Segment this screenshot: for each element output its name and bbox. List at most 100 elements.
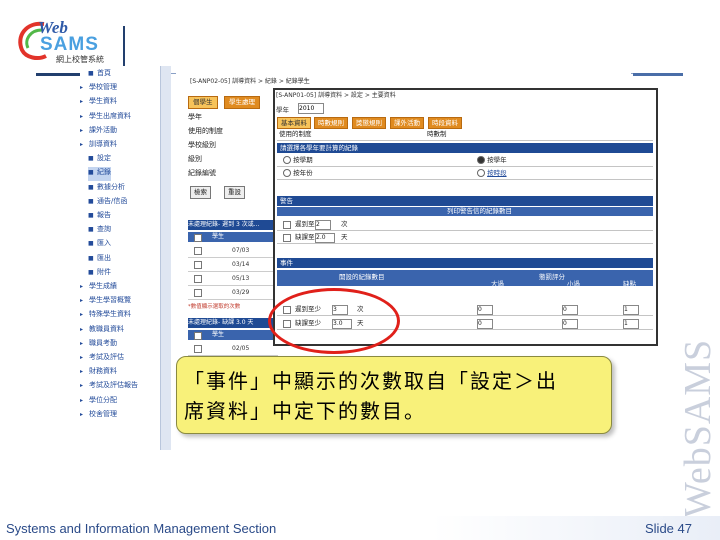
sidebar-scrollbar[interactable] <box>160 66 171 450</box>
row-checkbox[interactable] <box>194 345 202 353</box>
tab-merit-rules[interactable]: 獎懲規則 <box>352 117 386 129</box>
sidebar-item-label: 紀錄 <box>97 168 111 177</box>
sidebar-item[interactable]: ▸ 學校管理 <box>80 82 117 96</box>
radio-by-calendar[interactable]: 按年份 <box>283 167 313 179</box>
table-column-header: 學生 <box>188 232 278 242</box>
tab-student-processing[interactable]: 學生處理 <box>224 96 260 109</box>
sidebar-item[interactable]: ▸ 教職員資料 <box>80 324 124 338</box>
sidebar-item-label: 教職員資料 <box>89 324 124 333</box>
row-value: 02/05 <box>232 345 250 352</box>
header-rule-bold-right <box>633 73 683 76</box>
radio-by-period[interactable]: 按時段 <box>477 167 507 179</box>
callout-line-2: 席資料」中定下的數目。 <box>184 399 426 423</box>
sidebar-item[interactable]: ▸ 校舍管理 <box>80 409 117 423</box>
row-value: 07/03 <box>232 247 250 254</box>
sidebar-item[interactable]: ▸ 考試及評估報告 <box>80 380 138 394</box>
table-row[interactable]: 07/03 <box>188 244 278 258</box>
sidebar-item[interactable]: ▸ 考試及評估 <box>80 352 124 366</box>
row-checkbox[interactable] <box>283 234 291 242</box>
warning-row-absent: 缺課至少 2.0 天 <box>277 231 653 244</box>
sidebar-item[interactable]: ■ 匯入 <box>88 238 111 252</box>
sidebar-item[interactable]: ■ 報告 <box>88 210 111 224</box>
row-checkbox[interactable] <box>194 247 202 255</box>
sidebar-item-label: 首頁 <box>97 69 111 77</box>
event-late-major-input[interactable]: 0 <box>477 305 493 315</box>
expand-arrow-icon: ▸ <box>80 141 84 148</box>
sidebar-item[interactable]: ▸ 財務資料 <box>80 366 117 380</box>
sidebar-item[interactable]: ■ 匯出 <box>88 253 111 267</box>
expand-arrow-icon: ▸ <box>80 84 84 92</box>
sidebar-item-label: 課外活動 <box>89 125 117 134</box>
sidebar-item-label: 訓導資料 <box>89 140 117 148</box>
slide-number: Slide 47 <box>645 521 692 536</box>
sidebar-item[interactable]: ▸ 職員考勤 <box>80 338 117 352</box>
year-select[interactable]: 2010 <box>298 103 324 114</box>
sidebar-item[interactable]: ■ 附件 <box>88 267 111 281</box>
table-note: *數值顯示選取的次數 <box>188 304 241 310</box>
bullet-icon: ■ <box>88 197 94 205</box>
event-late-minor-input[interactable]: 0 <box>562 305 578 315</box>
event-absent-major-input[interactable]: 0 <box>477 319 493 329</box>
bullet-icon: ■ <box>88 183 94 191</box>
sidebar-item[interactable]: ▸ 學生學習概覽 <box>80 295 131 309</box>
sidebar-item[interactable]: ▸ 學位分配 <box>80 395 117 409</box>
bullet-icon: ■ <box>88 70 94 77</box>
sidebar-item-label: 考試及評估 <box>89 353 124 361</box>
section-warning: 警告 <box>277 196 653 206</box>
bullet-icon: ■ <box>88 212 94 219</box>
sidebar-item-label: 匯入 <box>97 239 111 248</box>
radio-by-term[interactable]: 按學期 <box>283 154 313 166</box>
tab-hour-rules[interactable]: 時數規則 <box>314 117 348 129</box>
warning-absent-input[interactable]: 2.0 <box>315 233 335 243</box>
table-row[interactable]: 03/29 <box>188 286 278 300</box>
event-absent-blackmark-input[interactable]: 1 <box>623 319 639 329</box>
sidebar-item[interactable]: ■ 首頁 <box>88 68 111 82</box>
event-late-blackmark-input[interactable]: 1 <box>623 305 639 315</box>
row-checkbox[interactable] <box>194 275 202 283</box>
event-column-header: 開設的紀錄數目 懲罰評分 大過 小過 缺點 <box>277 270 653 288</box>
sidebar-item[interactable]: ▸ 特殊學生資料 <box>80 309 131 323</box>
sidebar-item[interactable]: ▸ 訓導資料 <box>80 139 117 153</box>
form-label-record-no: 紀錄編號 <box>188 169 216 177</box>
sidebar-item-label: 學生學習概覽 <box>89 296 131 305</box>
row-checkbox[interactable] <box>194 261 202 269</box>
radio-by-year[interactable]: 按學年 <box>477 154 507 166</box>
row-checkbox[interactable] <box>283 221 291 229</box>
breadcrumb: [S-ANP02-05] 訓導資料 > 紀錄 > 紀錄學生 <box>190 78 310 85</box>
tab-period-data[interactable]: 時段資料 <box>428 117 462 129</box>
table2-title: 未處理紀錄- 缺課 3.0 天 <box>188 318 278 328</box>
sidebar-item[interactable]: ■ 紀錄 <box>88 167 111 182</box>
form-label-school-level: 學校級別 <box>188 141 216 149</box>
row-checkbox[interactable] <box>194 289 202 297</box>
system-row: 使用的制度 時數制 <box>277 129 653 141</box>
table-row[interactable]: 02/05 <box>188 342 278 356</box>
expand-arrow-icon: ▸ <box>80 396 84 404</box>
table-row[interactable]: 03/14 <box>188 258 278 272</box>
select-all-checkbox[interactable] <box>194 234 202 242</box>
event-absent-minor-input[interactable]: 0 <box>562 319 578 329</box>
search-button[interactable]: 檢索 <box>190 186 211 199</box>
sidebar-menu: ■ 首頁 ▸ 學校管理 ▸ 學生資料 ▸ 學生出席資料 ▸ 課外活動 ▸ 訓導資料 ■ 設定 ■ 紀錄 ■ 數據分… <box>80 66 170 450</box>
sidebar-item[interactable]: ■ 通告/信函 <box>88 196 127 210</box>
warning-late-input[interactable]: 2 <box>315 220 331 230</box>
column-major-demerit: 大過 <box>491 280 504 288</box>
radio-row-2: 按年份 按時段 <box>277 167 653 180</box>
sidebar-item[interactable]: ■ 設定 <box>88 153 111 167</box>
sidebar-item[interactable]: ▸ 學生成績 <box>80 281 117 295</box>
select-all-checkbox[interactable] <box>194 332 202 340</box>
sidebar-item[interactable]: ▸ 學生資料 <box>80 96 117 110</box>
tab-basic-info[interactable]: 基本資料 <box>277 117 311 129</box>
reset-button[interactable]: 重設 <box>224 186 245 199</box>
tab-individual-student[interactable]: 個學生 <box>188 96 218 109</box>
sidebar-item-label: 附件 <box>97 267 111 276</box>
table-row[interactable]: 05/13 <box>188 272 278 286</box>
column-student: 學生 <box>212 233 225 240</box>
sidebar-item[interactable]: ▸ 學生出席資料 <box>80 111 131 125</box>
sidebar-item[interactable]: ■ 查詢 <box>88 224 111 238</box>
sidebar-item[interactable]: ■ 數據分析 <box>88 182 125 196</box>
tab-activities[interactable]: 課外活動 <box>390 117 424 129</box>
logo-subtitle: 網上校管系統 <box>56 55 104 64</box>
sidebar-item-label: 學生成績 <box>89 282 117 290</box>
sidebar-item[interactable]: ▸ 課外活動 <box>80 125 117 139</box>
form-label-class-level: 級別 <box>188 155 202 163</box>
